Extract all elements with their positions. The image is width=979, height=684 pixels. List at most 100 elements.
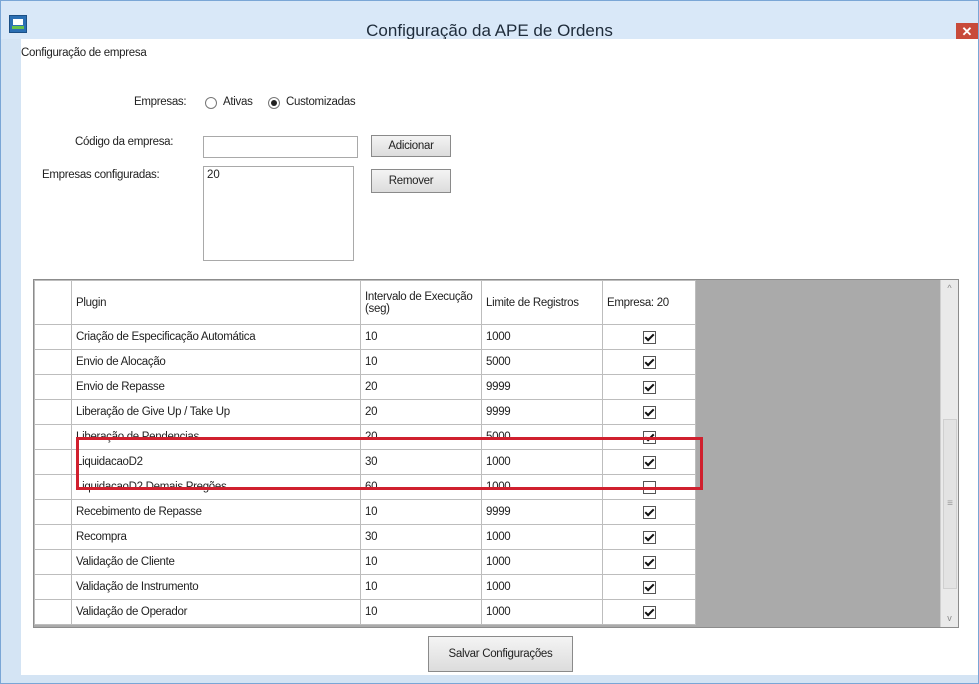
row-header[interactable] bbox=[34, 424, 72, 450]
row-header[interactable] bbox=[34, 324, 72, 350]
enabled-checkbox[interactable] bbox=[642, 530, 656, 544]
table-row[interactable]: Validação de Cliente 10 1000 bbox=[34, 549, 696, 575]
plugin-cell[interactable]: Recebimento de Repasse bbox=[71, 499, 361, 525]
plugin-cell[interactable]: LiquidacaoD2 bbox=[71, 449, 361, 475]
column-header-limit[interactable]: Limite de Registros bbox=[481, 280, 603, 325]
limit-cell[interactable]: 1000 bbox=[481, 574, 603, 600]
interval-cell[interactable]: 10 bbox=[360, 549, 482, 575]
vertical-scrollbar[interactable]: ^ ≡ v bbox=[940, 280, 958, 627]
dialog-body: Configuração de empresa Empresas: Ativas… bbox=[21, 39, 978, 675]
limit-cell[interactable]: 1000 bbox=[481, 599, 603, 625]
limit-cell[interactable]: 5000 bbox=[481, 349, 603, 375]
plugin-cell[interactable]: LiquidacaoD2 Demais Pregões bbox=[71, 474, 361, 500]
enabled-cell bbox=[602, 424, 696, 450]
limit-cell[interactable]: 1000 bbox=[481, 524, 603, 550]
limit-cell[interactable]: 1000 bbox=[481, 324, 603, 350]
row-header[interactable] bbox=[34, 399, 72, 425]
table-row[interactable]: Recebimento de Repasse 10 9999 bbox=[34, 499, 696, 525]
enabled-checkbox[interactable] bbox=[642, 380, 656, 394]
row-header[interactable] bbox=[34, 349, 72, 375]
plugin-cell[interactable]: Validação de Operador bbox=[71, 599, 361, 625]
scroll-down-icon[interactable]: v bbox=[941, 610, 958, 627]
table-row[interactable]: LiquidacaoD2 30 1000 bbox=[34, 449, 696, 475]
company-code-input[interactable] bbox=[203, 136, 358, 158]
table-row[interactable]: Envio de Repasse 20 9999 bbox=[34, 374, 696, 400]
plugin-cell[interactable]: Criação de Especificação Automática bbox=[71, 324, 361, 350]
table-row[interactable]: Liberação de Give Up / Take Up 20 9999 bbox=[34, 399, 696, 425]
remove-button[interactable]: Remover bbox=[371, 169, 451, 193]
column-header-interval[interactable]: Intervalo de Execução (seg) bbox=[360, 280, 482, 325]
enabled-checkbox[interactable] bbox=[642, 505, 656, 519]
configured-companies-label: Empresas configuradas: bbox=[42, 169, 160, 181]
interval-cell[interactable]: 20 bbox=[360, 424, 482, 450]
plugin-cell[interactable]: Recompra bbox=[71, 524, 361, 550]
column-header-company[interactable]: Empresa: 20 bbox=[602, 280, 696, 325]
table-row[interactable]: Validação de Operador 10 1000 bbox=[34, 599, 696, 625]
interval-cell[interactable]: 10 bbox=[360, 324, 482, 350]
table-row[interactable]: Validação de Instrumento 10 1000 bbox=[34, 574, 696, 600]
enabled-cell bbox=[602, 374, 696, 400]
row-header[interactable] bbox=[34, 474, 72, 500]
interval-cell[interactable]: 30 bbox=[360, 449, 482, 475]
plugin-cell[interactable]: Envio de Alocação bbox=[71, 349, 361, 375]
interval-cell[interactable]: 20 bbox=[360, 399, 482, 425]
interval-cell[interactable]: 10 bbox=[360, 499, 482, 525]
limit-cell[interactable]: 1000 bbox=[481, 549, 603, 575]
row-header[interactable] bbox=[34, 599, 72, 625]
table-row[interactable]: Envio de Alocação 10 5000 bbox=[34, 349, 696, 375]
interval-cell[interactable]: 10 bbox=[360, 349, 482, 375]
save-button[interactable]: Salvar Configurações bbox=[428, 636, 573, 672]
plugins-grid: Plugin Intervalo de Execução (seg) Limit… bbox=[33, 279, 959, 628]
limit-cell[interactable]: 9999 bbox=[481, 374, 603, 400]
enabled-checkbox[interactable] bbox=[642, 480, 656, 494]
radio-active[interactable] bbox=[205, 97, 217, 109]
table-row[interactable]: Criação de Especificação Automática 10 100… bbox=[34, 324, 696, 350]
interval-cell[interactable]: 30 bbox=[360, 524, 482, 550]
interval-cell[interactable]: 10 bbox=[360, 599, 482, 625]
interval-cell[interactable]: 20 bbox=[360, 374, 482, 400]
radio-active-label[interactable]: Ativas bbox=[223, 96, 253, 108]
company-config-group-label: Configuração de empresa bbox=[21, 47, 147, 59]
enabled-cell bbox=[602, 549, 696, 575]
limit-cell[interactable]: 1000 bbox=[481, 449, 603, 475]
limit-cell[interactable]: 5000 bbox=[481, 424, 603, 450]
row-header[interactable] bbox=[34, 549, 72, 575]
interval-cell[interactable]: 60 bbox=[360, 474, 482, 500]
table-row[interactable]: Recompra 30 1000 bbox=[34, 524, 696, 550]
plugin-cell[interactable]: Envio de Repasse bbox=[71, 374, 361, 400]
limit-cell[interactable]: 9999 bbox=[481, 499, 603, 525]
configured-companies-list[interactable]: 20 bbox=[203, 166, 354, 261]
enabled-cell bbox=[602, 599, 696, 625]
row-header[interactable] bbox=[34, 374, 72, 400]
table-row[interactable]: Liberação de Pendencias 20 5000 bbox=[34, 424, 696, 450]
enabled-checkbox[interactable] bbox=[642, 330, 656, 344]
enabled-checkbox[interactable] bbox=[642, 430, 656, 444]
column-header-plugin[interactable]: Plugin bbox=[71, 280, 361, 325]
enabled-checkbox[interactable] bbox=[642, 555, 656, 569]
enabled-checkbox[interactable] bbox=[642, 405, 656, 419]
limit-cell[interactable]: 9999 bbox=[481, 399, 603, 425]
enabled-checkbox[interactable] bbox=[642, 455, 656, 469]
plugin-cell[interactable]: Validação de Instrumento bbox=[71, 574, 361, 600]
scroll-up-icon[interactable]: ^ bbox=[941, 280, 958, 297]
row-header[interactable] bbox=[34, 574, 72, 600]
enabled-cell bbox=[602, 499, 696, 525]
row-header[interactable] bbox=[34, 524, 72, 550]
plugin-cell[interactable]: Liberação de Give Up / Take Up bbox=[71, 399, 361, 425]
add-button[interactable]: Adicionar bbox=[371, 135, 451, 157]
interval-cell[interactable]: 10 bbox=[360, 574, 482, 600]
enabled-checkbox[interactable] bbox=[642, 605, 656, 619]
list-item[interactable]: 20 bbox=[207, 169, 350, 181]
plugin-cell[interactable]: Validação de Cliente bbox=[71, 549, 361, 575]
radio-custom[interactable] bbox=[268, 97, 280, 109]
enabled-checkbox[interactable] bbox=[642, 355, 656, 369]
scroll-thumb[interactable]: ≡ bbox=[943, 419, 957, 589]
radio-custom-label[interactable]: Customizadas bbox=[286, 96, 356, 108]
enabled-cell bbox=[602, 324, 696, 350]
enabled-checkbox[interactable] bbox=[642, 580, 656, 594]
limit-cell[interactable]: 1000 bbox=[481, 474, 603, 500]
plugin-cell[interactable]: Liberação de Pendencias bbox=[71, 424, 361, 450]
row-header[interactable] bbox=[34, 449, 72, 475]
table-row[interactable]: LiquidacaoD2 Demais Pregões 60 1000 bbox=[34, 474, 696, 500]
row-header[interactable] bbox=[34, 499, 72, 525]
